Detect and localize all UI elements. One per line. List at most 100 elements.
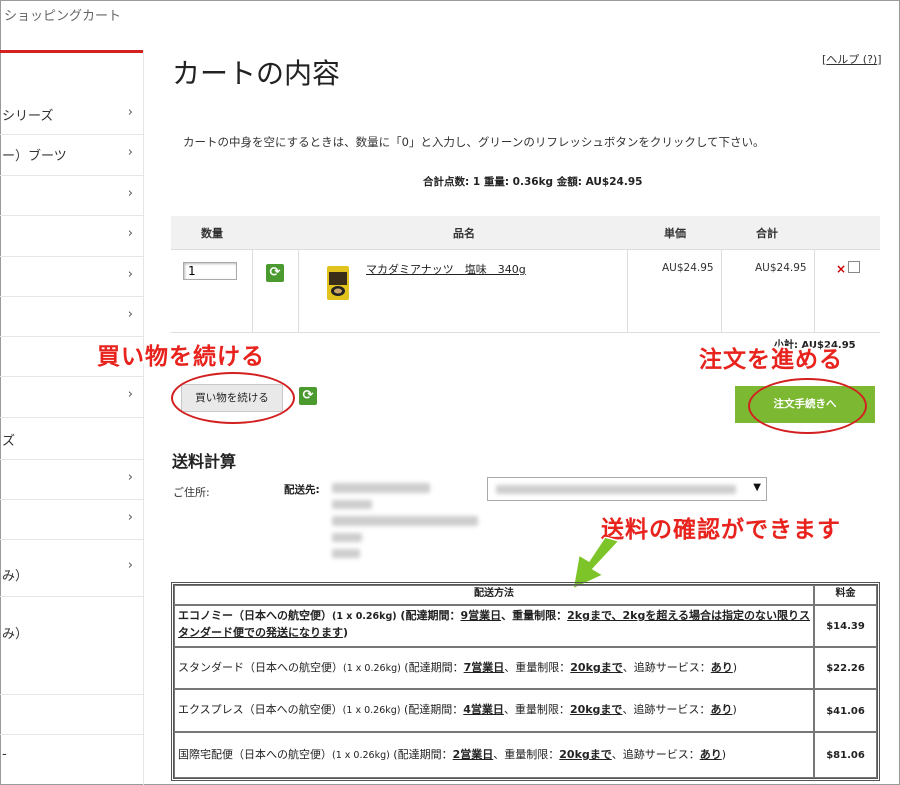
highlight-ellipse [748, 378, 867, 434]
column-divider [252, 249, 253, 332]
option-name: スタンダード（日本への航空便） [178, 661, 343, 674]
cart-table-header: 数量 品名 単価 合計 [171, 216, 880, 250]
address-label: ご住所: [173, 486, 210, 499]
blurred-address [332, 516, 478, 526]
product-name-link[interactable]: マカダミアナッツ 塩味 340g [366, 261, 526, 277]
destination-select[interactable]: ▼ [487, 477, 767, 501]
sidebar-item-label: - [2, 747, 7, 762]
sidebar-item[interactable]: › [0, 176, 143, 216]
option-limit: 20kgまで [559, 748, 612, 761]
cart-item-row: ⟳ マカダミアナッツ 塩味 340g AU$24.95 AU$24.95 × [171, 249, 880, 333]
sidebar-item[interactable]: › [0, 216, 143, 257]
blurred-address [332, 483, 430, 493]
shipping-option[interactable]: エクスプレス（日本への航空便）(1 x 0.26kg) (配達期間：4営業日、重… [174, 689, 814, 732]
option-days: 9営業日 [460, 609, 502, 622]
shipping-options-table: 配送方法 料金 エコノミー（日本への航空便）(1 x 0.26kg) (配達期間… [171, 582, 880, 781]
option-weight: (1 x 0.26kg) [343, 663, 401, 674]
sidebar-item[interactable]: › [0, 297, 143, 337]
sidebar-item[interactable]: み） › [0, 540, 143, 597]
header-qty: 数量 [201, 227, 223, 240]
sidebar-item[interactable]: ズ [0, 418, 143, 460]
quantity-input[interactable] [183, 262, 237, 280]
option-text: 、重量制限： [503, 703, 570, 716]
option-weight: (1 x 0.26kg) [332, 750, 390, 761]
shipping-option[interactable]: エコノミー（日本への航空便）(1 x 0.26kg) (配達期間：9営業日、重量… [174, 605, 814, 647]
option-text: (配達期間： [396, 609, 461, 622]
refresh-icon[interactable]: ⟳ [266, 264, 284, 282]
sidebar-item[interactable]: › [0, 460, 143, 500]
sidebar-item[interactable]: ー）ブーツ › [0, 135, 143, 176]
option-name: エクスプレス（日本への航空便） [178, 703, 343, 716]
option-limit: 20kgまで [570, 661, 623, 674]
chevron-right-icon: › [127, 387, 133, 402]
chevron-right-icon: › [127, 470, 133, 485]
help-bracket-close: ] [877, 53, 882, 66]
chevron-right-icon: › [127, 307, 133, 322]
chevron-right-icon: › [127, 226, 133, 241]
annotation-shipping-check: 送料の確認ができます [601, 517, 841, 543]
delete-checkbox[interactable] [848, 261, 860, 273]
option-text: (配達期間： [400, 703, 464, 716]
cart-summary: 合計点数: 1 重量: 0.36kg 金額: AU$24.95 [423, 176, 643, 188]
sidebar-item[interactable]: › [0, 257, 143, 297]
option-text: 、重量制限： [504, 661, 571, 674]
option-text: 、追跡サービス： [622, 661, 711, 674]
sidebar-item[interactable]: み） [0, 597, 143, 695]
option-days: 7営業日 [463, 661, 505, 674]
product-thumbnail[interactable] [325, 265, 351, 301]
sidebar-item-label: ズ [2, 434, 16, 449]
option-text: ) [721, 748, 727, 761]
blurred-address [496, 485, 736, 494]
refresh-icon[interactable]: ⟳ [299, 387, 317, 405]
sidebar-item-label: シリーズ [2, 109, 54, 124]
destination-label: 配送先: [284, 484, 320, 496]
sidebar-item[interactable]: - [0, 735, 143, 780]
chevron-right-icon: › [127, 145, 133, 160]
help-link[interactable]: ヘルプ (?) [826, 53, 877, 66]
header-fee: 料金 [814, 585, 877, 605]
sidebar-item[interactable]: › [0, 500, 143, 540]
sidebar-item[interactable]: シリーズ › [0, 95, 143, 135]
sidebar-item[interactable]: › [0, 377, 143, 418]
line-total: AU$24.95 [755, 262, 807, 274]
shipping-option[interactable]: スタンダード（日本への航空便）(1 x 0.26kg) (配達期間：7営業日、重… [174, 647, 814, 689]
sidebar: シリーズ › ー）ブーツ › › › › › › ズ › › み） › み） - [0, 50, 143, 785]
highlight-ellipse [171, 372, 295, 424]
header-product-name: 品名 [453, 227, 475, 240]
blurred-address [332, 500, 372, 509]
caret-down-icon: ▼ [753, 482, 761, 493]
delete-icon: × [836, 262, 847, 276]
option-text: ) [343, 626, 349, 639]
option-text: (配達期間： [400, 661, 464, 674]
header-shipping-method: 配送方法 [174, 585, 814, 605]
header-unit-price: 単価 [664, 227, 686, 240]
option-text: 、追跡サービス： [622, 703, 711, 716]
shipping-option[interactable]: 国際宅配便（日本への航空便）(1 x 0.26kg) (配達期間：2営業日、重量… [174, 732, 814, 778]
cart-table: 数量 品名 単価 合計 ⟳ マカダミアナッツ 塩味 340g AU$24.95 … [171, 216, 880, 333]
sidebar-item-label: み） [2, 627, 29, 642]
option-text: 、重量制限： [493, 748, 560, 761]
option-tracking: あり [710, 703, 733, 716]
chevron-right-icon: › [127, 186, 133, 201]
cart-instructions: カートの中身を空にするときは、数量に「0」と入力し、グリーンのリフレッシュボタン… [183, 135, 765, 149]
sidebar-item-label: み） [2, 569, 29, 584]
option-fee: $22.26 [814, 647, 877, 689]
option-text: 、重量制限： [501, 609, 568, 622]
help-link-wrapper: [ヘルプ (?)] [822, 51, 882, 67]
annotation-continue-shopping: 買い物を続ける [97, 344, 265, 370]
header-total: 合計 [756, 227, 778, 240]
option-weight: (1 x 0.26kg) [332, 611, 397, 622]
column-divider [814, 249, 815, 332]
blurred-address [332, 533, 362, 542]
option-text: 、追跡サービス： [611, 748, 700, 761]
option-weight: (1 x 0.26kg) [342, 705, 401, 716]
blurred-address [332, 549, 360, 558]
chevron-right-icon: › [127, 105, 133, 120]
option-tracking: あり [710, 661, 733, 674]
option-text: (配達期間： [389, 748, 453, 761]
sidebar-divider [143, 50, 144, 785]
option-tracking: あり [699, 748, 722, 761]
sidebar-item[interactable] [0, 695, 143, 735]
chevron-right-icon: › [127, 267, 133, 282]
option-fee: $41.06 [814, 689, 877, 732]
